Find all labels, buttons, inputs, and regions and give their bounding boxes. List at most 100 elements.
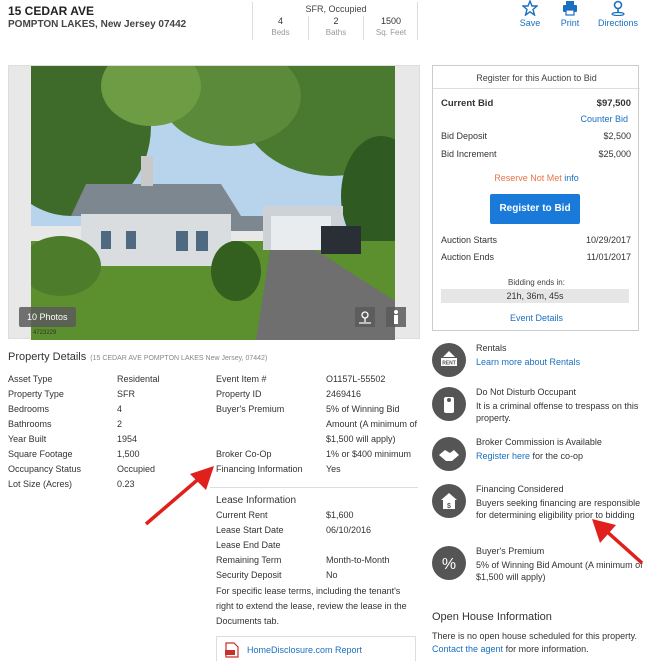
rent-sign-text: RENT (442, 361, 456, 367)
lease-value: Month-to-Month (326, 555, 390, 565)
detail-value: 5% of Winning Bid (326, 404, 400, 414)
detail-label: Event Item # (216, 374, 267, 384)
detail-label: Buyer's Premium (216, 404, 285, 414)
beds-spec: 4 Beds (253, 16, 308, 37)
detail-value: 1954 (117, 434, 138, 444)
lease-label: Current Rent (216, 510, 268, 520)
buyers-premium-title: Buyer's Premium (476, 546, 545, 556)
property-photo[interactable] (31, 66, 395, 340)
register-to-bid-button[interactable]: Register to Bid (490, 194, 580, 224)
auction-starts-value: 10/29/2017 (585, 235, 631, 245)
broker-commission-title: Broker Commission is Available (476, 437, 602, 447)
bid-deposit-row: Bid Deposit $2,500 (441, 131, 631, 141)
star-icon (522, 0, 538, 16)
lease-info-title: Lease Information (216, 495, 297, 506)
auction-ends-value: 11/01/2017 (586, 252, 631, 262)
detail-value: O1157L-55502 (326, 374, 386, 384)
details-right-labels: Event Item # Property ID Buyer's Premium… (216, 372, 303, 477)
contact-agent-link[interactable]: Contact the agent (432, 644, 503, 654)
lease-value: No (326, 570, 338, 580)
svg-text:$: $ (447, 503, 451, 510)
property-specs: SFR, Occupied 4 Beds 2 Baths 1500 Sq. Fe… (252, 2, 418, 40)
broker-commission-text: Register here for the co-op (476, 451, 584, 461)
auction-ends-row: Auction Ends 11/01/2017 (441, 252, 631, 262)
counter-bid-link[interactable]: Counter Bid (580, 114, 628, 124)
lease-label: Lease End Date (216, 540, 281, 550)
property-type-occupancy: SFR, Occupied (305, 4, 367, 14)
city-state-zip: POMPTON LAKES, New Jersey 07442 (8, 19, 187, 30)
beds-value: 4 (277, 16, 283, 26)
reserve-info-link[interactable]: info (564, 173, 579, 183)
sqft-spec: 1500 Sq. Feet (363, 16, 418, 40)
street-address: 15 CEDAR AVE (8, 4, 95, 18)
lease-label: Security Deposit (216, 570, 282, 580)
sqft-value: 1500 (380, 16, 402, 26)
map-icon (359, 311, 371, 324)
financing-title: Financing Considered (476, 484, 564, 494)
baths-spec: 2 Baths (308, 16, 363, 40)
auction-ends-label: Auction Ends (441, 252, 495, 262)
details-left-labels: Asset Type Property Type Bedrooms Bathro… (8, 372, 81, 492)
map-pin-icon (611, 0, 625, 16)
house-photo-image (31, 66, 395, 340)
rent-sign-icon: RENT (432, 343, 466, 377)
auction-starts-row: Auction Starts 10/29/2017 (441, 235, 631, 245)
lease-note-line: For specific lease terms, including the … (216, 586, 401, 596)
detail-label: Broker Co-Op (216, 449, 272, 459)
detail-label: Asset Type (8, 374, 53, 384)
current-bid-row: Current Bid $97,500 (441, 98, 631, 109)
details-right-values: O1157L-55502 2469416 5% of Winning Bid A… (326, 372, 417, 477)
reserve-status: Reserve Not Met info (433, 173, 640, 183)
bid-deposit-value: $2,500 (603, 131, 631, 141)
lease-value: 06/10/2016 (326, 525, 372, 535)
do-not-disturb-text: It is a criminal offense to trespass on … (476, 401, 639, 423)
svg-text:%: % (442, 556, 456, 573)
lease-value (326, 538, 390, 553)
divider (433, 88, 640, 89)
lease-note-line: Documents tab. (216, 616, 280, 626)
property-details-heading: Property Details (15 CEDAR AVE POMPTON LA… (8, 351, 267, 363)
bidding-ends-label: Bidding ends in: (508, 278, 565, 287)
printer-icon (563, 1, 577, 16)
red-arrow-annotation (592, 519, 644, 565)
current-bid-value: $97,500 (596, 98, 631, 109)
current-bid-label: Current Bid (441, 98, 494, 109)
bid-panel: Register for this Auction to Bid Current… (432, 65, 640, 331)
detail-value: Amount (A minimum of (326, 419, 418, 429)
street-view-button[interactable] (386, 307, 406, 327)
detail-value: $1,500 will apply) (326, 434, 396, 444)
lease-label: Remaining Term (216, 555, 282, 565)
bid-deposit-label: Bid Deposit (441, 131, 488, 141)
detail-label (216, 432, 303, 447)
photo-gallery[interactable]: 10 Photos 4723229 (8, 65, 420, 340)
financing-house-icon: $ (432, 484, 466, 518)
person-icon (394, 310, 398, 324)
photo-count-button[interactable]: 10 Photos (19, 307, 76, 327)
detail-label: Occupancy Status (8, 464, 82, 474)
rentals-title: Rentals (476, 343, 507, 353)
print-label: Print (560, 18, 580, 28)
directions-button[interactable]: Directions (593, 0, 643, 28)
open-house-title: Open House Information (432, 611, 552, 623)
open-house-message: There is no open house scheduled for thi… (432, 631, 637, 641)
rentals-learn-more-link[interactable]: Learn more about Rentals (476, 356, 646, 368)
detail-value: 1% or $400 minimum (326, 449, 412, 459)
divider (210, 487, 418, 488)
baths-value: 2 (333, 16, 339, 26)
baths-label: Baths (325, 28, 347, 37)
do-not-disturb-title: Do Not Disturb Occupant (476, 387, 577, 397)
event-details-link[interactable]: Event Details (433, 313, 640, 323)
detail-value: 2469416 (326, 389, 362, 399)
home-disclosure-report-link[interactable]: HomeDisclosure.com Report (216, 636, 416, 661)
detail-value: SFR (117, 389, 135, 399)
print-button[interactable]: Print (545, 0, 595, 28)
lease-note-line: right to extend the lease, review the le… (216, 601, 407, 611)
auction-starts-label: Auction Starts (441, 235, 498, 245)
map-view-button[interactable] (355, 307, 375, 327)
property-details-title: Property Details (8, 351, 87, 363)
broker-register-link[interactable]: Register here (476, 451, 530, 461)
bid-panel-title: Register for this Auction to Bid (476, 73, 597, 83)
detail-value: Yes (326, 464, 341, 474)
red-arrow-annotation (144, 466, 214, 526)
lease-value: $1,600 (326, 510, 354, 520)
